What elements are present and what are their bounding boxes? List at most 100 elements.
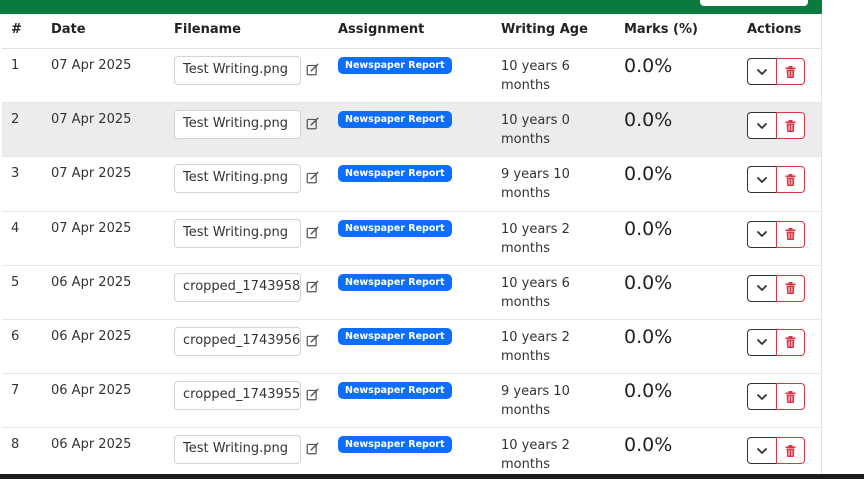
delete-button[interactable] [776,220,805,248]
writing-age-line2: months [501,132,550,148]
dropdown-button[interactable] [747,437,776,465]
chevron-down-icon [757,447,767,454]
table-body: 1 07 Apr 2025 Test Writing.png Newspaper… [2,49,821,474]
writing-age: 10 years 2 months [501,220,591,258]
delete-button[interactable] [776,112,805,140]
filename-field[interactable]: cropped_1743958 [174,272,301,302]
dropdown-button[interactable] [747,166,776,194]
actions-group [747,220,805,248]
header-actions: Actions [747,22,802,37]
assignment-badge: Newspaper Report [338,273,452,291]
dropdown-button[interactable] [747,220,776,248]
trash-icon [785,282,796,295]
row-date: 06 Apr 2025 [51,383,132,399]
edit-icon[interactable] [306,280,320,294]
table-row: 3 07 Apr 2025 Test Writing.png Newspaper… [2,157,821,212]
actions-group [747,166,805,194]
edit-icon[interactable] [306,388,320,402]
delete-button[interactable] [776,383,805,411]
edit-icon[interactable] [306,171,320,185]
filename-field[interactable]: Test Writing.png [174,435,301,465]
edit-icon[interactable] [306,334,320,348]
writing-age-line2: months [501,186,550,202]
actions-group [747,112,805,140]
edit-icon[interactable] [306,226,320,240]
writing-age-line1: 10 years 6 [501,59,570,74]
header-num: # [11,22,22,37]
header-assignment: Assignment [338,22,425,37]
dropdown-button[interactable] [747,328,776,356]
row-date: 06 Apr 2025 [51,328,132,344]
writing-age-line1: 10 years 2 [501,438,570,454]
delete-button[interactable] [776,166,805,194]
writing-age: 9 years 10 months [501,165,591,203]
writing-age-line2: months [501,403,550,419]
edit-icon[interactable] [306,63,320,77]
marks-value: 0.0% [624,325,673,348]
row-date: 06 Apr 2025 [51,274,132,290]
writing-age: 10 years 2 months [501,436,591,474]
table-row: 2 07 Apr 2025 Test Writing.png Newspaper… [2,103,821,158]
actions-group [747,383,805,411]
writing-age: 10 years 6 months [501,57,591,95]
assignment-badge: Newspaper Report [338,382,452,400]
chevron-down-icon [757,285,767,292]
writing-age: 10 years 2 months [501,328,591,366]
actions-group [747,437,805,465]
row-date: 07 Apr 2025 [51,58,132,73]
table-header: # Date Filename Assignment Writing Age M… [2,14,821,49]
writing-age-line2: months [501,457,550,473]
marks-value: 0.0% [624,380,673,403]
dropdown-button[interactable] [747,274,776,302]
filename-field[interactable]: cropped_1743955 [174,381,301,411]
filename-field[interactable]: Test Writing.png [174,110,301,140]
chevron-down-icon [757,393,767,400]
filename-field[interactable]: cropped_1743956 [174,326,301,356]
actions-group [747,58,805,85]
delete-button[interactable] [776,58,805,85]
header-button[interactable] [700,0,808,6]
assignment-badge: Newspaper Report [338,219,452,237]
filename-field[interactable]: Test Writing.png [174,218,301,248]
row-number: 7 [11,383,20,399]
header-marks: Marks (%) [624,22,698,37]
trash-icon [785,173,796,186]
row-date: 07 Apr 2025 [51,220,132,236]
delete-button[interactable] [776,328,805,356]
trash-icon [785,336,796,349]
dropdown-button[interactable] [747,383,776,411]
assignment-badge: Newspaper Report [338,436,452,454]
trash-icon [785,119,796,132]
writing-age-line1: 10 years 6 [501,275,570,291]
top-header-bar [0,0,822,14]
table-row: 8 06 Apr 2025 Test Writing.png Newspaper… [2,428,821,474]
edit-icon[interactable] [306,117,320,131]
table-row: 6 06 Apr 2025 cropped_1743956 Newspaper … [2,320,821,375]
assignment-badge: Newspaper Report [338,57,452,74]
chevron-down-icon [757,339,767,346]
writing-age-line1: 10 years 0 [501,113,570,129]
delete-button[interactable] [776,437,805,465]
assignment-badge: Newspaper Report [338,111,452,129]
row-date: 06 Apr 2025 [51,437,132,453]
table-row: 4 07 Apr 2025 Test Writing.png Newspaper… [2,212,821,266]
marks-value: 0.0% [624,434,673,457]
row-number: 6 [11,328,20,344]
edit-icon[interactable] [306,442,320,456]
marks-value: 0.0% [624,217,673,240]
dropdown-button[interactable] [747,58,776,85]
table-row: 7 06 Apr 2025 cropped_1743955 Newspaper … [2,374,821,429]
writing-age: 10 years 6 months [501,274,591,312]
marks-value: 0.0% [624,271,673,294]
assignment-badge: Newspaper Report [338,327,452,345]
filename-field[interactable]: Test Writing.png [174,164,301,194]
chevron-down-icon [757,122,767,129]
writing-age-line2: months [501,348,550,364]
header-writing-age: Writing Age [501,22,588,37]
delete-button[interactable] [776,274,805,302]
row-date: 07 Apr 2025 [51,166,132,182]
filename-field[interactable]: Test Writing.png [174,56,301,85]
marks-value: 0.0% [624,109,673,132]
dropdown-button[interactable] [747,112,776,140]
row-number: 1 [11,58,20,73]
